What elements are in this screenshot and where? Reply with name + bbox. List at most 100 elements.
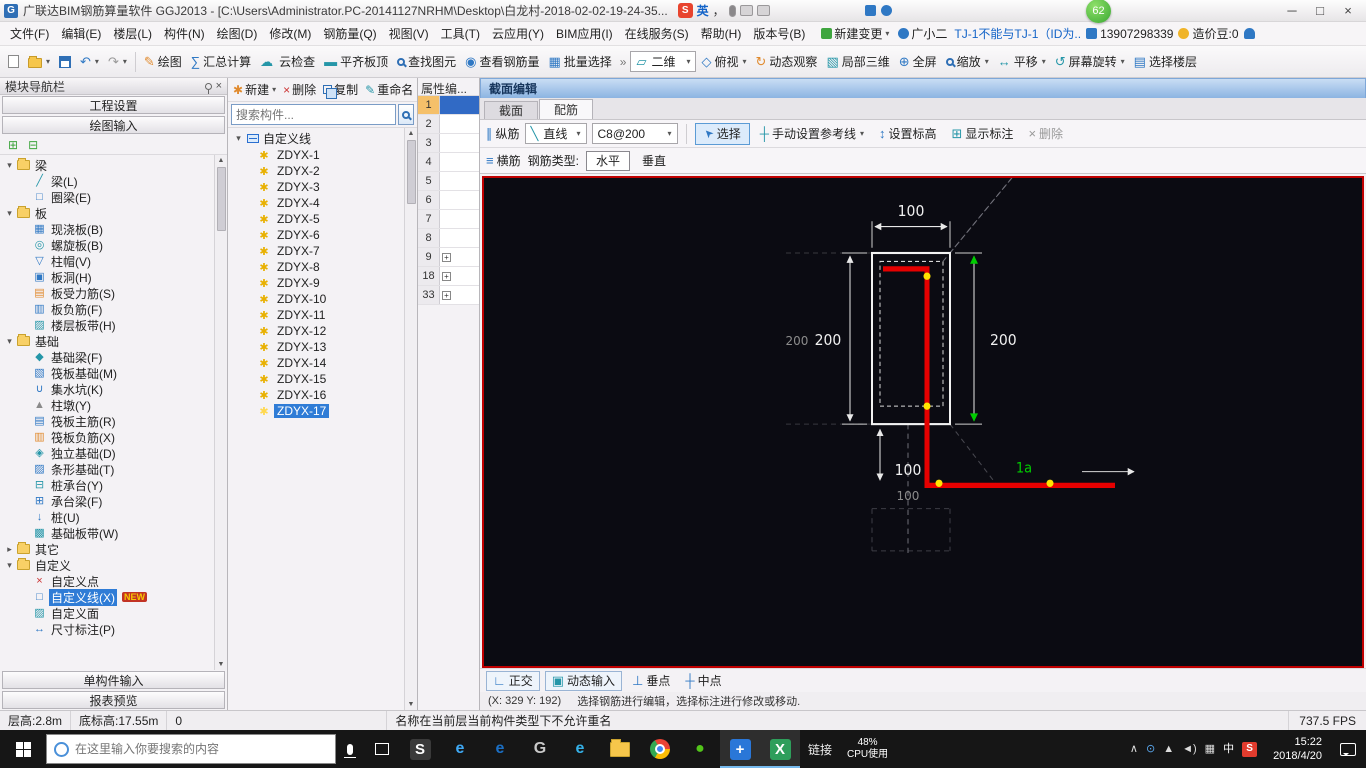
save-button[interactable] [55, 53, 75, 71]
360-browser-taskbar-icon[interactable]: ● [680, 730, 720, 768]
top-view-button[interactable]: ◇ 俯视 ▾ [697, 50, 750, 73]
expand-all-icon[interactable]: ⊞ [8, 138, 18, 152]
rebar-label[interactable]: 1a [1016, 461, 1032, 476]
tree-item-row[interactable]: ▲ 柱墩(Y) [0, 397, 214, 413]
expand-plus-icon[interactable]: + [442, 290, 451, 300]
keyboard-icon[interactable] [739, 5, 753, 16]
grip-handle[interactable] [923, 272, 931, 280]
sogou-input-taskbar-icon[interactable]: S [400, 730, 440, 768]
dim-text-right[interactable]: 200 [990, 333, 1017, 349]
tree-item-row[interactable]: ╱ 梁(L) [0, 173, 214, 189]
rename-component-button[interactable]: ✎ 重命名 [363, 79, 415, 100]
wifi-icon[interactable]: ▲ [1163, 743, 1174, 755]
component-list-item[interactable]: ✱ ZDYX-8 [228, 259, 404, 275]
draw-button[interactable]: ✎ 绘图 [140, 50, 186, 73]
screen-rotate-button[interactable]: ↺ 屏幕旋转 ▾ [1051, 50, 1129, 73]
property-row[interactable]: 3 [418, 134, 479, 153]
new-change-button[interactable]: 新建变更 ▾ [819, 23, 891, 44]
maximize-button[interactable]: □ [1306, 2, 1334, 20]
menu-item[interactable]: 文件(F) [4, 22, 55, 45]
section-editor-title[interactable]: 截面编辑 [480, 78, 1366, 98]
tree-item-row[interactable]: ▨ 楼层板带(H) [0, 317, 214, 333]
property-row[interactable]: 33 + [418, 286, 479, 305]
tree-folder-row[interactable]: ▾ 梁 [0, 157, 214, 173]
tree-item-row[interactable]: ↔ 尺寸标注(P) [0, 621, 214, 637]
g-assistant-taskbar-icon[interactable]: G [520, 730, 560, 768]
tree-folder-row[interactable]: ▾ 板 [0, 205, 214, 221]
wps-taskbar-icon[interactable]: X [760, 730, 800, 768]
view-mode-combo[interactable]: ▱ 二维 ▾ [630, 51, 697, 72]
cloud-check-button[interactable]: ☁ 云检查 [256, 50, 319, 73]
tree-item-row[interactable]: ▦ 现浇板(B) [0, 221, 214, 237]
tree-item-row[interactable]: ▣ 板洞(H) [0, 269, 214, 285]
dim-text-left[interactable]: 200 [815, 333, 842, 349]
component-list-item[interactable]: ✱ ZDYX-5 [228, 211, 404, 227]
tree-folder-row[interactable]: ▾ 基础 [0, 333, 214, 349]
links-label[interactable]: 链接 [800, 741, 840, 758]
ie-taskbar-icon[interactable]: e [440, 730, 480, 768]
property-row[interactable]: 9 + [418, 248, 479, 267]
tree-item-row[interactable]: ⊞ 承台梁(F) [0, 493, 214, 509]
component-list-item[interactable]: ✱ ZDYX-7 [228, 243, 404, 259]
grip-handle[interactable] [935, 479, 943, 487]
component-list-item[interactable]: ✱ ZDYX-12 [228, 323, 404, 339]
tree-item-row[interactable]: ◎ 螺旋板(B) [0, 237, 214, 253]
taskbar-search-input[interactable] [75, 742, 328, 756]
property-row[interactable]: 5 [418, 172, 479, 191]
conflict-notice[interactable]: TJ-1不能与TJ-1（ID为.. [954, 25, 1081, 42]
menu-item[interactable]: 工具(T) [435, 22, 486, 45]
tree-item-row[interactable]: ▥ 筏板负筋(X) [0, 429, 214, 445]
ime-indicator[interactable]: 中 [1223, 743, 1234, 755]
wrench-icon[interactable] [864, 5, 876, 16]
scroll-up-icon[interactable]: ▲ [408, 128, 415, 139]
collapse-all-icon[interactable]: ⊟ [28, 138, 38, 152]
manual-reference-line-button[interactable]: ┼ 手动设置参考线 ▾ [755, 125, 869, 142]
close-icon[interactable]: × [216, 80, 222, 92]
component-list-item[interactable]: ✱ ZDYX-15 [228, 371, 404, 387]
copy-component-button[interactable]: 复制 [321, 79, 360, 100]
dim-text-top[interactable]: 100 [898, 204, 925, 220]
input-method-bar[interactable]: S 英 ， [677, 2, 770, 19]
expand-plus-icon[interactable]: + [442, 271, 451, 281]
menu-item[interactable]: 绘图(D) [211, 22, 264, 45]
component-list-item[interactable]: ✱ ZDYX-1 [228, 147, 404, 163]
property-row[interactable]: 2 [418, 115, 479, 134]
find-element-button[interactable]: 查找图元 [393, 50, 460, 73]
scroll-thumb[interactable] [406, 140, 416, 204]
expand-plus-icon[interactable]: + [442, 252, 451, 262]
report-preview-button[interactable]: 报表预览 [2, 691, 225, 709]
property-row[interactable]: 1 [418, 96, 479, 115]
component-list-item[interactable]: ✱ ZDYX-3 [228, 179, 404, 195]
tree-folder-row[interactable]: ▸ 其它 [0, 541, 214, 557]
tree-item-row[interactable]: ▨ 条形基础(T) [0, 461, 214, 477]
component-list-item[interactable]: ✱ ZDYX-11 [228, 307, 404, 323]
delete-rebar-button[interactable]: × 删除 [1023, 125, 1068, 142]
glodon-taskbar-icon[interactable]: + [720, 730, 760, 768]
property-row[interactable]: 7 [418, 210, 479, 229]
perpendicular-snap-button[interactable]: ⊥ 垂点 [627, 672, 675, 689]
dim-text-bottom[interactable]: 100 [895, 462, 922, 478]
property-row[interactable]: 6 [418, 191, 479, 210]
view-rebar-button[interactable]: ◉ 查看钢筋量 [461, 50, 543, 73]
property-row[interactable]: 18 + [418, 267, 479, 286]
tree-folder-row[interactable]: ▾ 自定义 [0, 557, 214, 573]
delete-component-button[interactable]: × 删除 [281, 79, 318, 100]
component-list-item[interactable]: ✱ ZDYX-6 [228, 227, 404, 243]
titlebar[interactable]: G 广联达BIM钢筋算量软件 GGJ2013 - [C:\Users\Admin… [0, 0, 1366, 23]
menu-item[interactable]: 在线服务(S) [619, 22, 695, 45]
menu-item[interactable]: 视图(V) [383, 22, 435, 45]
property-row[interactable]: 4 [418, 153, 479, 172]
tree-item-row[interactable]: ↓ 桩(U) [0, 509, 214, 525]
ortho-toggle[interactable]: ∟ 正交 [486, 670, 540, 691]
component-scrollbar[interactable]: ▲ ▼ [404, 128, 417, 710]
new-component-button[interactable]: ✱ 新建 ▾ [231, 79, 278, 100]
dynamic-input-toggle[interactable]: ▣ 动态输入 [544, 670, 623, 691]
summary-calc-button[interactable]: ∑ 汇总计算 [187, 50, 255, 73]
set-elevation-button[interactable]: ↕ 设置标高 [874, 125, 942, 142]
partial-3d-button[interactable]: ▧ 局部三维 [822, 50, 893, 73]
security-bubble[interactable]: 62 [1086, 0, 1111, 23]
undo-button[interactable]: ↶ ▾ [76, 52, 103, 71]
line-type-combo[interactable]: ╲ 直线 ▾ [524, 123, 587, 144]
search-button[interactable] [398, 104, 414, 125]
component-list-item[interactable]: ✱ ZDYX-13 [228, 339, 404, 355]
